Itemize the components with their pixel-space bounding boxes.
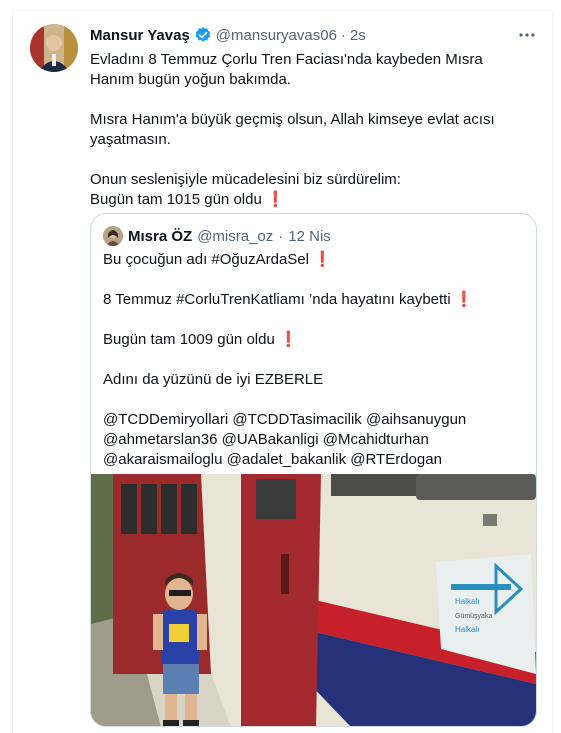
- tweet-line: Mısra Hanım'a büyük geçmiş olsun, Allah …: [90, 111, 495, 128]
- tweet-line-last: Bugün tam 1015 gün oldu ❗: [90, 190, 530, 210]
- tweet-line: Onun seslenişiyle mücadelesini biz sürdü…: [90, 171, 401, 188]
- verified-badge-icon: [194, 26, 212, 44]
- sign-text: Halkalı: [455, 625, 479, 634]
- quoted-tweet[interactable]: Mısra ÖZ @misra_oz · 12 Nis Bu çocuğun a…: [90, 213, 537, 727]
- header-separator: ·: [340, 26, 346, 44]
- quoted-line: 8 Temmuz #CorluTrenKatliamı ’nda hayatın…: [103, 290, 523, 310]
- tweet-line: Hanım bugün yoğun bakımda.: [90, 71, 291, 88]
- mention-line[interactable]: @akaraismailoglu @adalet_bakanlik @RTErd…: [103, 450, 523, 470]
- quoted-tweet-timestamp[interactable]: 12 Nis: [288, 228, 331, 245]
- quoted-line: Bu çocuğun adı #OğuzArdaSel ❗: [103, 250, 523, 270]
- sign-text: Gümüşyaka: [455, 613, 492, 620]
- tweet-line: Evladını 8 Temmuz Çorlu Tren Faciası'nda…: [90, 51, 483, 68]
- quoted-author-handle[interactable]: @misra_oz: [197, 228, 273, 245]
- quoted-line-text: Bugün tam 1009 gün oldu: [103, 331, 275, 348]
- quoted-tweet-photo[interactable]: Halkalı Gümüşyaka Halkalı: [91, 474, 536, 726]
- mention-line[interactable]: @TCDDemiryollari @TCDDTasimacilik @aihsa…: [103, 410, 523, 430]
- quoted-line: Adını da yüzünü de iyi EZBERLE: [103, 371, 324, 388]
- quoted-tweet-header: Mısra ÖZ @misra_oz · 12 Nis: [103, 226, 331, 246]
- tweet-line: yaşatmasın.: [90, 131, 171, 148]
- quoted-line-text: 8 Temmuz #CorluTrenKatliamı ’nda hayatın…: [103, 291, 451, 308]
- more-options-icon[interactable]: [516, 24, 538, 46]
- author-name[interactable]: Mansur Yavaş: [90, 27, 190, 44]
- author-avatar[interactable]: [30, 24, 78, 72]
- sign-text: Halkalı: [455, 597, 479, 606]
- exclamation-emoji-icon: ❗: [265, 191, 285, 208]
- tweet-last-line-text: Bugün tam 1015 gün oldu: [90, 191, 262, 208]
- author-handle[interactable]: @mansuryavas06: [216, 27, 337, 44]
- quoted-line: Bugün tam 1009 gün oldu ❗: [103, 330, 523, 350]
- tweet-timestamp[interactable]: 2s: [350, 27, 366, 44]
- quoted-line-text: Bu çocuğun adı #OğuzArdaSel: [103, 251, 309, 268]
- exclamation-emoji-icon: ❗: [313, 251, 332, 268]
- quoted-author-avatar[interactable]: [103, 226, 123, 246]
- tweet-header: Mansur Yavaş @mansuryavas06 · 2s: [90, 26, 366, 44]
- exclamation-emoji-icon: ❗: [278, 331, 298, 348]
- tweet-body: Evladını 8 Temmuz Çorlu Tren Faciası'nda…: [90, 50, 530, 210]
- quoted-tweet-body: Bu çocuğun adı #OğuzArdaSel ❗ 8 Temmuz #…: [103, 250, 523, 470]
- quoted-header-separator: ·: [278, 227, 284, 245]
- mention-line[interactable]: @ahmetarslan36 @UABakanligi @Mcahidturha…: [103, 430, 523, 450]
- exclamation-emoji-icon: ❗: [454, 291, 474, 308]
- quoted-author-name[interactable]: Mısra ÖZ: [128, 228, 192, 245]
